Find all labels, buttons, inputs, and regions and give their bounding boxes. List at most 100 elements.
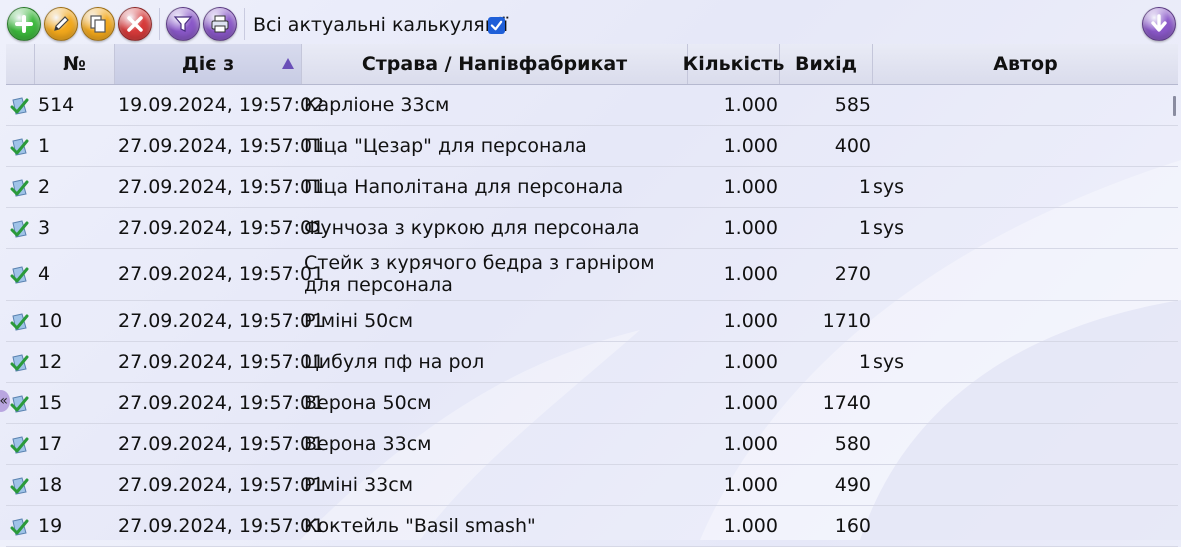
row-output: 1 — [858, 175, 871, 198]
row-dish-name: Цибуля пф на рол — [304, 350, 485, 373]
row-quantity: 1.000 — [723, 350, 778, 373]
document-check-icon — [10, 178, 29, 197]
row-quantity: 1.000 — [723, 432, 778, 455]
filter-button[interactable] — [166, 7, 200, 41]
row-dish-name: Фунчоза з куркою для персонала — [304, 216, 640, 239]
row-output-unit: sys — [873, 216, 905, 239]
document-check-icon — [10, 312, 29, 331]
add-button[interactable] — [7, 7, 41, 41]
row-author — [916, 382, 1178, 423]
column-header-number[interactable]: № — [35, 44, 115, 84]
row-output-unit — [873, 300, 913, 341]
row-number: 1 — [38, 134, 51, 157]
row-quantity: 1.000 — [723, 134, 778, 157]
row-dish-name: Ріміні 50см — [304, 309, 414, 332]
pencil-icon — [54, 16, 69, 31]
row-author — [916, 207, 1178, 248]
document-check-icon — [10, 266, 29, 284]
row-valid-from: 27.09.2024, 19:57:01 — [118, 391, 325, 414]
row-output-unit: sys — [873, 350, 905, 373]
table-row[interactable]: 10 27.09.2024, 19:57:01 Ріміні 50см 1.000 17… — [6, 300, 1178, 342]
document-check-icon — [10, 435, 29, 454]
plus-icon — [15, 15, 33, 33]
row-output-unit — [873, 84, 913, 125]
table-header: № Діє з Страва / Напівфабрикат Кількість… — [6, 44, 1178, 85]
row-dish-name: Стейк з курячого бедра з гарніром для пе… — [304, 252, 655, 296]
print-button[interactable] — [203, 7, 237, 41]
column-header-label: Діє з — [181, 53, 235, 75]
document-check-icon — [10, 394, 29, 413]
column-header-output[interactable]: Вихід — [780, 44, 873, 84]
row-quantity: 1.000 — [723, 263, 778, 285]
row-dish-name: Верона 33см — [304, 432, 432, 455]
row-number: 2 — [38, 175, 51, 198]
table-row[interactable]: 19 27.09.2024, 19:57:01 Коктейль "Basil sm… — [6, 505, 1178, 547]
table-row[interactable]: 4 27.09.2024, 19:57:01 Стейк з курячого бе… — [6, 248, 1178, 301]
row-author — [916, 125, 1178, 166]
edit-button[interactable] — [44, 7, 78, 41]
document-check-icon — [10, 353, 29, 372]
row-output: 400 — [834, 134, 871, 157]
document-check-icon — [10, 96, 29, 115]
filter-icon — [173, 16, 193, 32]
table-row[interactable]: 1 27.09.2024, 19:57:01 Піца "Цезар" для пе… — [6, 125, 1178, 167]
row-output: 270 — [834, 263, 871, 285]
row-dish-name: Піца Наполітана для персонала — [304, 175, 624, 198]
row-number: 3 — [38, 216, 51, 239]
copy-button[interactable] — [81, 7, 115, 41]
row-number: 15 — [38, 391, 63, 414]
row-number: 17 — [38, 432, 63, 455]
table-row[interactable]: 18 27.09.2024, 19:57:01 Ріміні 33см 1.000 49… — [6, 464, 1178, 506]
table-row[interactable]: 3 27.09.2024, 19:57:01 Фунчоза з куркою дл… — [6, 207, 1178, 249]
row-output: 580 — [834, 432, 871, 455]
toolbar-separator — [244, 8, 245, 40]
row-author — [916, 423, 1178, 464]
row-author — [916, 248, 1178, 300]
actual-only-checkbox[interactable] — [488, 17, 505, 34]
checkmark-icon — [490, 20, 503, 31]
row-output: 1710 — [822, 309, 871, 332]
row-valid-from: 27.09.2024, 19:57:01 — [118, 473, 325, 496]
column-header-valid-from[interactable]: Діє з — [115, 44, 302, 84]
copy-icon — [90, 15, 106, 33]
row-author — [916, 300, 1178, 341]
table-row[interactable]: 2 27.09.2024, 19:57:01 Піца Наполітана для… — [6, 166, 1178, 208]
toolbar: Всі актуальні калькуляції — [0, 0, 1181, 44]
row-output: 585 — [834, 93, 871, 116]
document-check-icon — [10, 219, 29, 238]
row-author — [916, 464, 1178, 505]
row-number: 12 — [38, 350, 63, 373]
table-row[interactable]: 17 27.09.2024, 19:57:01 Верона 33см 1.000 58… — [6, 423, 1178, 465]
column-header-icon[interactable] — [6, 44, 35, 84]
row-dish-name: Карліоне 33см — [304, 93, 450, 116]
row-author — [916, 84, 1178, 125]
row-output: 1740 — [822, 391, 871, 414]
scroll-down-button[interactable] — [1142, 7, 1176, 41]
row-number: 10 — [38, 309, 63, 332]
row-valid-from: 27.09.2024, 19:57:01 — [118, 350, 325, 373]
close-icon — [127, 16, 143, 32]
document-check-icon — [10, 137, 29, 156]
table-row[interactable]: 514 19.09.2024, 19:57:02 Карліоне 33см 1.00… — [6, 84, 1178, 126]
sort-ascending-icon — [282, 58, 294, 69]
column-header-author[interactable]: Автор — [873, 44, 1178, 84]
row-output-unit — [873, 464, 913, 505]
row-quantity: 1.000 — [723, 473, 778, 496]
scrollbar-thumb[interactable] — [1173, 96, 1176, 116]
row-number: 514 — [38, 93, 75, 116]
table-row[interactable]: 15 27.09.2024, 19:57:01 Верона 50см 1.000 17… — [6, 382, 1178, 424]
filter-label: Всі актуальні калькуляції — [253, 14, 509, 36]
delete-button[interactable] — [118, 7, 152, 41]
column-header-dish[interactable]: Страва / Напівфабрикат — [302, 44, 688, 84]
document-check-icon — [10, 517, 29, 536]
row-author — [916, 166, 1178, 207]
table-row[interactable]: 12 27.09.2024, 19:57:01 Цибуля пф на рол 1.… — [6, 341, 1178, 383]
row-output-unit — [873, 125, 913, 166]
row-dish-name: Піца "Цезар" для персонала — [304, 134, 587, 157]
document-check-icon — [10, 476, 29, 495]
row-dish-name: Верона 50см — [304, 391, 432, 414]
row-valid-from: 27.09.2024, 19:57:01 — [118, 263, 325, 285]
row-quantity: 1.000 — [723, 175, 778, 198]
column-header-quantity[interactable]: Кількість — [683, 44, 784, 84]
row-output: 490 — [834, 473, 871, 496]
